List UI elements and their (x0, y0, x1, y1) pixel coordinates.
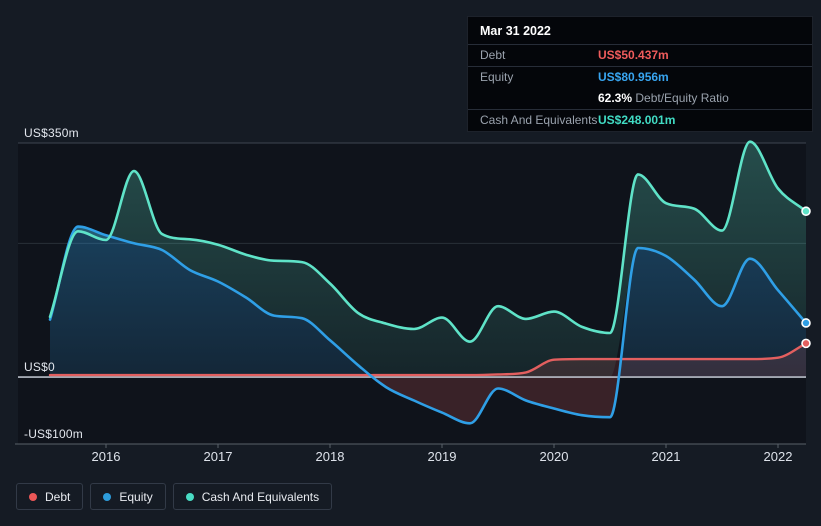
x-axis-label: 2018 (315, 449, 345, 464)
tooltip-equity-label: Equity (480, 70, 514, 84)
x-axis-label: 2016 (91, 449, 121, 464)
tooltip-ratio-value: 62.3% (598, 91, 633, 105)
tooltip-cash-label: Cash And Equivalents (480, 113, 598, 127)
tooltip-row-ratio: 62.3% Debt/Equity Ratio (468, 88, 812, 109)
tooltip-ratio: 62.3% Debt/Equity Ratio (598, 91, 800, 105)
legend-debt-label: Debt (45, 489, 71, 504)
debt-dot-icon (29, 492, 37, 501)
y-axis-label: -US$100m (24, 427, 83, 441)
tooltip-row-equity: Equity US$80.956m (468, 66, 812, 88)
legend-cash-label: Cash And Equivalents (201, 489, 320, 504)
x-axis-label: 2019 (427, 449, 457, 464)
chart-canvas[interactable]: US$350m US$0 -US$100m 2016 2017 2018 2019 2020… (0, 0, 821, 526)
chart-tooltip: Mar 31 2022 Debt US$50.437m Equity US$80… (467, 16, 813, 132)
cash-dot-icon (185, 492, 194, 501)
x-axis-label: 2021 (651, 449, 681, 464)
cash-endpoint-marker[interactable] (801, 206, 811, 217)
tooltip-row-cash: Cash And Equivalents US$248.001m (468, 109, 812, 131)
legend-item-equity[interactable]: Equity (90, 483, 166, 510)
x-axis-label: 2017 (203, 449, 233, 464)
chart-legend: Debt Equity Cash And Equivalents (16, 483, 333, 510)
equity-dot-icon (103, 492, 112, 501)
debt-endpoint-marker[interactable] (801, 338, 811, 349)
tooltip-row-debt: Debt US$50.437m (468, 44, 812, 66)
y-axis-label: US$0 (24, 360, 55, 375)
tooltip-debt-label: Debt (480, 48, 506, 62)
legend-item-cash[interactable]: Cash And Equivalents (172, 483, 333, 510)
tooltip-debt-value: US$50.437m (598, 48, 669, 62)
x-axis-label: 2020 (539, 449, 569, 464)
tooltip-cash-value: US$248.001m (598, 113, 676, 127)
tooltip-date: Mar 31 2022 (480, 24, 551, 38)
equity-endpoint-marker[interactable] (801, 318, 811, 328)
legend-item-debt[interactable]: Debt (16, 483, 84, 510)
tooltip-ratio-label: Debt/Equity Ratio (635, 91, 729, 105)
legend-equity-label: Equity (119, 489, 153, 504)
x-axis-label: 2022 (763, 449, 793, 464)
tooltip-equity-value: US$80.956m (598, 70, 669, 84)
y-axis-label: US$350m (24, 126, 79, 140)
